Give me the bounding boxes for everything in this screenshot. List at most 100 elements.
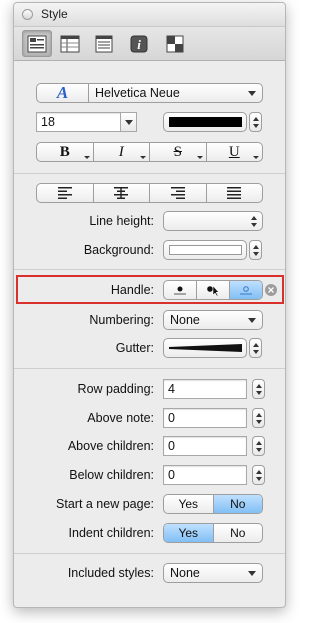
background-color-stepper[interactable] bbox=[249, 240, 262, 260]
line-height-label: Line height: bbox=[89, 214, 154, 228]
row-padding-stepper[interactable] bbox=[252, 379, 265, 399]
above-children-input[interactable]: 0 bbox=[163, 436, 247, 456]
below-children-label: Below children: bbox=[69, 468, 154, 482]
font-panel-button[interactable]: A bbox=[37, 83, 89, 102]
included-styles-value: None bbox=[170, 566, 200, 580]
font-size-dropdown[interactable] bbox=[120, 112, 137, 132]
gutter-line-preview bbox=[169, 344, 242, 352]
below-children-value: 0 bbox=[168, 468, 175, 482]
included-styles-popup[interactable]: None bbox=[163, 563, 263, 583]
info-icon: i bbox=[130, 35, 148, 52]
indent-children-control: Yes No bbox=[163, 523, 263, 543]
start-new-page-yes-label: Yes bbox=[178, 497, 199, 511]
gutter-line-well[interactable] bbox=[163, 338, 247, 358]
tab-style[interactable] bbox=[22, 30, 52, 57]
clear-handle-button[interactable] bbox=[265, 284, 277, 296]
indent-children-no[interactable]: No bbox=[214, 524, 263, 542]
gutter-label: Gutter: bbox=[115, 341, 154, 355]
title-bar: Style bbox=[14, 3, 285, 27]
bold-button[interactable]: B bbox=[37, 143, 94, 161]
above-note-input[interactable]: 0 bbox=[163, 408, 247, 428]
gutter-stepper[interactable] bbox=[249, 338, 262, 358]
indent-children-yes[interactable]: Yes bbox=[164, 524, 214, 542]
underline-label: U bbox=[228, 143, 240, 160]
below-children-stepper[interactable] bbox=[252, 465, 265, 485]
align-center-button[interactable] bbox=[94, 184, 150, 202]
up-down-arrows-icon bbox=[256, 441, 262, 452]
line-height-popup[interactable] bbox=[163, 211, 263, 231]
italic-button[interactable]: I bbox=[94, 143, 150, 161]
justify-icon bbox=[227, 187, 242, 199]
strikethrough-button[interactable]: S bbox=[150, 143, 207, 161]
style-inspector-panel: Style i A Helvetica Neue 18 B I S U Line… bbox=[13, 2, 286, 608]
above-children-stepper[interactable] bbox=[252, 436, 265, 456]
background-color-well[interactable] bbox=[163, 240, 247, 260]
style-inspector-icon bbox=[27, 35, 47, 52]
tab-columns[interactable] bbox=[55, 30, 85, 57]
svg-text:i: i bbox=[137, 37, 141, 52]
row-padding-value: 4 bbox=[168, 382, 175, 396]
up-down-arrows-icon bbox=[253, 343, 259, 354]
up-down-arrows-icon bbox=[253, 245, 259, 256]
handle-option-hollow[interactable] bbox=[230, 281, 262, 299]
row-padding-label: Row padding: bbox=[77, 382, 154, 396]
chevron-down-icon bbox=[248, 571, 256, 576]
up-down-arrows-icon bbox=[256, 470, 262, 481]
align-left-button[interactable] bbox=[37, 184, 94, 202]
above-children-label: Above children: bbox=[67, 439, 154, 453]
above-note-stepper[interactable] bbox=[252, 408, 265, 428]
italic-label: I bbox=[118, 143, 124, 160]
font-icon: A bbox=[56, 83, 69, 102]
start-new-page-no[interactable]: No bbox=[213, 495, 262, 513]
align-right-icon bbox=[170, 187, 185, 199]
align-left-icon bbox=[57, 187, 72, 199]
tab-info[interactable]: i bbox=[124, 30, 154, 57]
chevron-down-icon bbox=[248, 91, 256, 96]
chevron-down-icon bbox=[83, 156, 90, 159]
included-styles-label: Included styles: bbox=[67, 566, 154, 580]
text-style-control: B I S U bbox=[36, 142, 263, 162]
numbering-popup[interactable]: None bbox=[163, 310, 263, 330]
close-button[interactable] bbox=[22, 9, 33, 20]
align-center-icon bbox=[114, 187, 129, 199]
chevron-down-icon bbox=[248, 318, 256, 323]
window-title: Style bbox=[41, 7, 68, 21]
start-new-page-no-label: No bbox=[230, 497, 246, 511]
above-note-label: Above note: bbox=[87, 411, 154, 425]
underline-button[interactable]: U bbox=[207, 143, 263, 161]
chevron-down-icon bbox=[196, 156, 203, 159]
columns-icon bbox=[60, 35, 80, 52]
above-note-value: 0 bbox=[168, 411, 175, 425]
start-new-page-yes[interactable]: Yes bbox=[164, 495, 214, 513]
font-family-value: Helvetica Neue bbox=[95, 86, 180, 100]
chevron-down-icon bbox=[125, 120, 133, 125]
bullet-handle-icon bbox=[174, 286, 186, 295]
divider bbox=[14, 173, 285, 174]
below-children-input[interactable]: 0 bbox=[163, 465, 247, 485]
tab-layout[interactable] bbox=[160, 30, 190, 57]
tab-document[interactable] bbox=[89, 30, 119, 57]
handle-option-bullet-cursor[interactable] bbox=[197, 281, 230, 299]
layout-icon bbox=[166, 35, 184, 52]
font-color-swatch bbox=[169, 117, 242, 127]
align-right-button[interactable] bbox=[150, 184, 207, 202]
chevron-down-icon bbox=[140, 156, 146, 159]
justify-button[interactable] bbox=[207, 184, 263, 202]
close-icon bbox=[268, 287, 274, 293]
divider bbox=[14, 553, 285, 554]
up-down-arrows-icon bbox=[256, 384, 262, 395]
background-color-swatch bbox=[169, 245, 242, 255]
font-color-stepper[interactable] bbox=[249, 112, 262, 132]
up-down-arrows-icon bbox=[251, 216, 257, 227]
bullet-cursor-handle-icon bbox=[207, 285, 220, 296]
font-color-well[interactable] bbox=[163, 112, 247, 132]
inspector-toolbar: i bbox=[14, 27, 285, 61]
chevron-down-icon bbox=[253, 156, 259, 159]
row-padding-input[interactable]: 4 bbox=[163, 379, 247, 399]
handle-option-bullet[interactable] bbox=[164, 281, 197, 299]
numbering-value: None bbox=[170, 313, 200, 327]
start-new-page-control: Yes No bbox=[163, 494, 263, 514]
font-family-popup[interactable]: A Helvetica Neue bbox=[36, 83, 263, 103]
hollow-handle-icon bbox=[240, 286, 252, 295]
above-children-value: 0 bbox=[168, 439, 175, 453]
